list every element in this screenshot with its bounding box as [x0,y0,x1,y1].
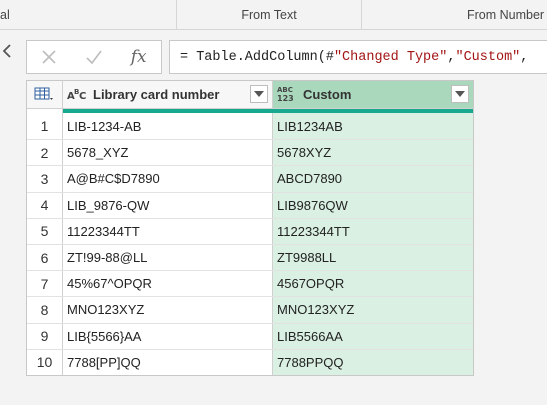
ribbon-group-from-text[interactable]: From Text [177,0,361,30]
ribbon-group-partial: al [0,8,10,22]
cell-custom[interactable]: LIB9876QW [273,192,473,218]
check-icon [86,50,102,65]
cell-custom[interactable]: ABCD7890 [273,166,473,192]
column-filter-button[interactable] [250,85,268,103]
svg-text:123: 123 [277,94,294,103]
fx-icon: fx [130,47,147,67]
ribbon-group-from-number[interactable]: From Number [362,0,547,30]
row-number[interactable]: 3 [27,166,63,192]
cell-library-card-number[interactable]: LIB_9876-QW [63,192,273,218]
column-filter-button[interactable] [451,85,469,103]
cell-library-card-number[interactable]: 11223344TT [63,218,273,244]
row-number[interactable]: 2 [27,140,63,166]
cell-custom[interactable]: 11223344TT [273,218,473,244]
row-number[interactable]: 5 [27,218,63,244]
cell-custom[interactable]: LIB1234AB [273,113,473,140]
column-title: Library card number [93,87,220,102]
formula-input[interactable]: = Table.AddColumn(# "Changed Type", "Cust… [169,40,547,74]
cell-library-card-number[interactable]: A@B#C$D7890 [63,166,273,192]
cell-library-card-number[interactable]: 45%67^OPQR [63,271,273,297]
row-number[interactable]: 10 [27,349,63,375]
table-menu-button[interactable] [27,81,63,108]
formula-string-2: "Custom" [455,49,521,65]
formula-tools: fx [26,40,162,74]
data-grid: ABC Library card number ABC 123 Custom 1L… [26,80,474,376]
formula-prefix: = Table.AddColumn(# [180,49,334,65]
ribbon: al From Text From Number [0,0,547,30]
formula-suffix: , [520,49,529,65]
table-row[interactable]: 7 45%67^OPQR 4567OPQR [27,270,473,297]
cell-library-card-number[interactable]: LIB{5566}AA [63,323,273,349]
svg-text:C: C [79,91,86,101]
confirm-formula-button[interactable] [72,41,117,73]
row-number[interactable]: 8 [27,297,63,323]
table-row[interactable]: 8 MNO123XYZ MNO123XYZ [27,296,473,323]
row-number[interactable]: 7 [27,271,63,297]
chevron-down-icon [455,91,465,97]
cell-library-card-number[interactable]: MNO123XYZ [63,297,273,323]
row-number[interactable]: 9 [27,323,63,349]
formula-mid: , [447,49,456,65]
table-row[interactable]: 10 7788[PP]QQ 7788PPQQ [27,348,473,375]
close-icon [42,50,56,64]
collapse-queries-chevron-icon[interactable] [0,40,14,62]
cell-custom[interactable]: 4567OPQR [273,271,473,297]
cell-library-card-number[interactable]: 7788[PP]QQ [63,349,273,375]
table-icon [34,87,56,103]
cell-custom[interactable]: MNO123XYZ [273,297,473,323]
cell-custom[interactable]: ZT9988LL [273,244,473,271]
column-header-row: ABC Library card number ABC 123 Custom [27,81,473,109]
chevron-down-icon [254,91,264,97]
formula-string-1: "Changed Type" [333,49,448,65]
table-row[interactable]: 6 ZT!99-88@LL ZT9988LL [27,243,473,271]
insert-function-button[interactable]: fx [116,41,161,73]
cell-library-card-number[interactable]: 5678_XYZ [63,140,273,166]
column-header-custom[interactable]: ABC 123 Custom [273,81,473,108]
any-type-icon[interactable]: ABC 123 [277,85,299,105]
cancel-formula-button[interactable] [27,41,72,73]
table-row[interactable]: 4 LIB_9876-QW LIB9876QW [27,191,473,218]
table-row[interactable]: 3 A@B#C$D7890 ABCD7890 [27,165,473,192]
cell-custom[interactable]: 5678XYZ [273,140,473,166]
table-row[interactable]: 9 LIB{5566}AA LIB5566AA [27,322,473,349]
cell-custom[interactable]: 7788PPQQ [273,349,473,375]
table-body: 1 LIB-1234-AB LIB1234AB 2 5678_XYZ 5678XYZ 3 A@… [27,113,473,375]
row-number[interactable]: 1 [27,113,63,140]
table-row[interactable]: 5 11223344TT 11223344TT [27,217,473,244]
cell-library-card-number[interactable]: ZT!99-88@LL [63,244,273,271]
table-row[interactable]: 2 5678_XYZ 5678XYZ [27,139,473,166]
table-row[interactable]: 1 LIB-1234-AB LIB1234AB [27,113,473,140]
svg-text:ABC: ABC [277,86,293,94]
cell-library-card-number[interactable]: LIB-1234-AB [63,113,273,140]
cell-custom[interactable]: LIB5566AA [273,323,473,349]
row-number[interactable]: 4 [27,192,63,218]
column-header-library-card-number[interactable]: ABC Library card number [63,81,273,108]
column-title: Custom [303,87,352,102]
row-number[interactable]: 6 [27,244,63,271]
text-type-icon[interactable]: ABC [67,87,89,103]
